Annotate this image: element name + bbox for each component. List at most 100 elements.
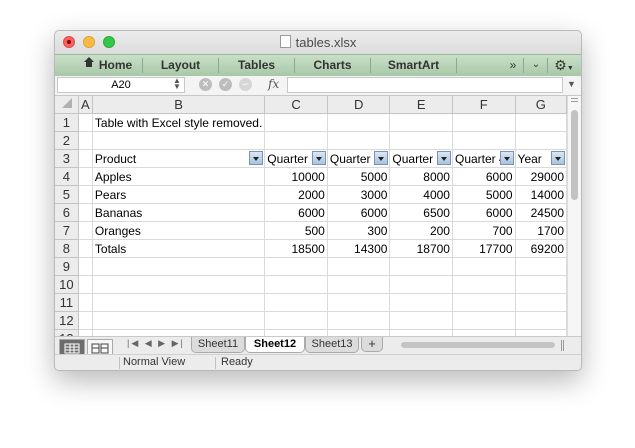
add-sheet-button[interactable]: + — [361, 337, 383, 352]
insert-function-button[interactable]: fx — [268, 77, 279, 91]
cell-a3[interactable] — [78, 149, 93, 168]
row-header[interactable]: 1 — [55, 113, 79, 132]
cell-a7[interactable] — [78, 221, 93, 240]
cell-d4[interactable]: 5000 — [327, 167, 391, 186]
row-header[interactable]: 2 — [55, 131, 79, 150]
cell-a5[interactable] — [78, 185, 93, 204]
name-box[interactable]: A20 — [57, 77, 185, 93]
row-header[interactable]: 9 — [55, 257, 79, 276]
cell-d1[interactable] — [327, 113, 391, 132]
cell-g4[interactable]: 29000 — [515, 167, 567, 186]
cell-c12[interactable] — [264, 311, 328, 330]
column-header-b[interactable]: B — [92, 96, 266, 114]
cell-d12[interactable] — [327, 311, 391, 330]
cell-e10[interactable] — [389, 275, 453, 294]
cell-d9[interactable] — [327, 257, 391, 276]
column-header-g[interactable]: G — [515, 96, 567, 114]
cell-b4[interactable]: Apples — [92, 167, 266, 186]
cell-d10[interactable] — [327, 275, 391, 294]
cell-a11[interactable] — [78, 293, 93, 312]
sheet-tab-sheet12[interactable]: Sheet12 — [245, 337, 305, 353]
name-box-stepper-icon[interactable]: ▲ ▼ — [173, 77, 181, 91]
cell-f2[interactable] — [452, 131, 516, 150]
cell-c1[interactable] — [264, 113, 328, 132]
cell-b9[interactable] — [92, 257, 266, 276]
chevron-down-icon[interactable]: ⌄ — [529, 55, 543, 76]
cell-b8[interactable]: Totals — [92, 239, 266, 258]
ribbon-tab-home[interactable]: Home — [79, 55, 137, 76]
cell-e7[interactable]: 200 — [389, 221, 453, 240]
cell-b12[interactable] — [92, 311, 266, 330]
cell-f8[interactable]: 17700 — [452, 239, 516, 258]
cell-a4[interactable] — [78, 167, 93, 186]
filter-dropdown-icon[interactable] — [374, 151, 389, 165]
row-header[interactable]: 11 — [55, 293, 79, 312]
cell-c2[interactable] — [264, 131, 328, 150]
cell-f4[interactable]: 6000 — [452, 167, 516, 186]
horizontal-scroll-thumb[interactable] — [401, 342, 555, 348]
cell-c3[interactable]: Quarter 1 — [264, 149, 328, 168]
select-all-corner[interactable] — [55, 96, 79, 114]
expand-formula-bar-icon[interactable]: ▼ — [567, 79, 576, 89]
cell-b1[interactable]: Table with Excel style removed. — [92, 113, 266, 132]
cell-f9[interactable] — [452, 257, 516, 276]
cell-a6[interactable] — [78, 203, 93, 222]
cell-g9[interactable] — [515, 257, 567, 276]
cell-c9[interactable] — [264, 257, 328, 276]
ribbon-tab-smartart[interactable]: SmartArt — [371, 55, 456, 76]
cell-d8[interactable]: 14300 — [327, 239, 391, 258]
cell-e2[interactable] — [389, 131, 453, 150]
gear-icon[interactable]: ⚙▼ — [551, 55, 577, 76]
column-header-e[interactable]: E — [389, 96, 453, 114]
column-header-d[interactable]: D — [327, 96, 391, 114]
cell-a1[interactable] — [78, 113, 93, 132]
cell-g10[interactable] — [515, 275, 567, 294]
row-header[interactable]: 7 — [55, 221, 79, 240]
row-header[interactable]: 10 — [55, 275, 79, 294]
row-header[interactable]: 4 — [55, 167, 79, 186]
cell-a12[interactable] — [78, 311, 93, 330]
sheet-navigation-arrows-icon[interactable]: |◀ ◀ ▶ ▶| — [127, 338, 185, 349]
cell-c4[interactable]: 10000 — [264, 167, 328, 186]
cell-e1[interactable] — [389, 113, 453, 132]
cell-g1[interactable] — [515, 113, 567, 132]
filter-dropdown-icon[interactable] — [551, 151, 565, 165]
cell-a10[interactable] — [78, 275, 93, 294]
sheet-table[interactable]: ABCDEFG 1 Table with Excel style removed.… — [55, 96, 567, 336]
cell-c7[interactable]: 500 — [264, 221, 328, 240]
worksheet-grid[interactable]: ABCDEFG 1 Table with Excel style removed.… — [55, 96, 567, 336]
cell-e12[interactable] — [389, 311, 453, 330]
confirm-edit-icon[interactable]: ✓ — [219, 78, 232, 91]
cell-d6[interactable]: 6000 — [327, 203, 391, 222]
filter-dropdown-icon[interactable] — [249, 151, 264, 165]
row-header[interactable]: 12 — [55, 311, 79, 330]
cell-a2[interactable] — [78, 131, 93, 150]
chevrons-right-icon[interactable]: » — [506, 55, 520, 76]
split-grip-icon[interactable] — [571, 98, 578, 99]
cell-b2[interactable] — [92, 131, 266, 150]
cell-e5[interactable]: 4000 — [389, 185, 453, 204]
cell-b7[interactable]: Oranges — [92, 221, 266, 240]
cell-e11[interactable] — [389, 293, 453, 312]
cell-b6[interactable]: Bananas — [92, 203, 266, 222]
filter-dropdown-icon[interactable] — [436, 151, 451, 165]
cell-c5[interactable]: 2000 — [264, 185, 328, 204]
ribbon-tab-layout[interactable]: Layout — [143, 55, 218, 76]
cell-c6[interactable]: 6000 — [264, 203, 328, 222]
cell-b11[interactable] — [92, 293, 266, 312]
cell-f3[interactable]: Quarter 4 — [452, 149, 516, 168]
cell-d2[interactable] — [327, 131, 391, 150]
cell-a8[interactable] — [78, 239, 93, 258]
cell-a9[interactable] — [78, 257, 93, 276]
vertical-scroll-thumb[interactable] — [571, 110, 578, 200]
cell-f6[interactable]: 6000 — [452, 203, 516, 222]
cell-c10[interactable] — [264, 275, 328, 294]
cell-e6[interactable]: 6500 — [389, 203, 453, 222]
cell-b3[interactable]: Product — [92, 149, 266, 168]
cell-g8[interactable]: 69200 — [515, 239, 567, 258]
cell-d3[interactable]: Quarter 2 — [327, 149, 391, 168]
cancel-edit-icon[interactable]: ✕ — [199, 78, 212, 91]
cell-f5[interactable]: 5000 — [452, 185, 516, 204]
split-grip-icon[interactable] — [561, 340, 562, 351]
cell-e3[interactable]: Quarter 3 — [389, 149, 453, 168]
